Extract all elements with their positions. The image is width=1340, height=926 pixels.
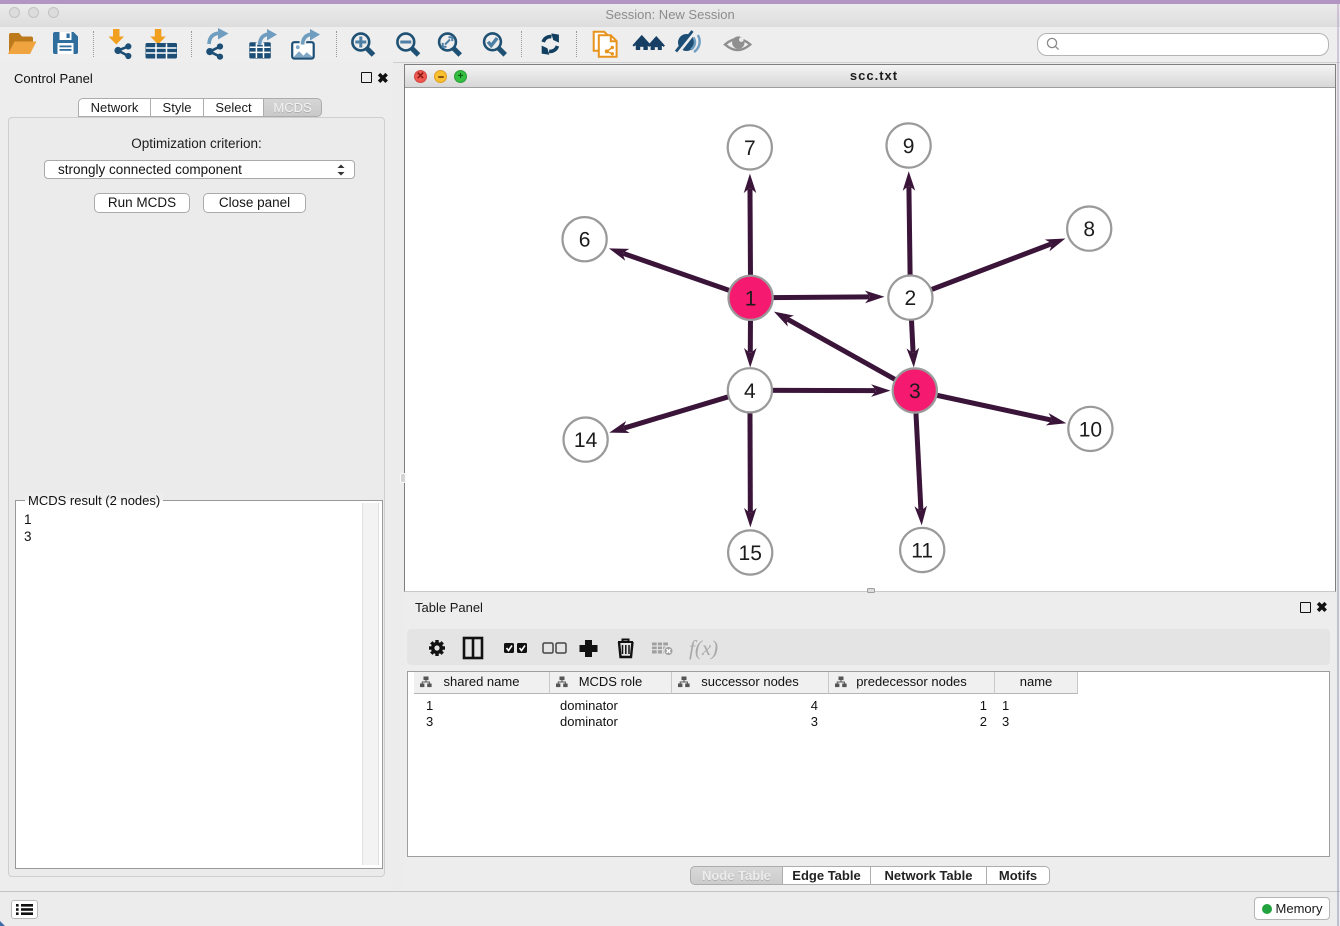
svg-text:10: 10 <box>1079 418 1102 441</box>
svg-text:2: 2 <box>905 287 917 310</box>
svg-text:3: 3 <box>909 380 921 403</box>
svg-text:f(x): f(x) <box>689 636 718 660</box>
svg-text:9: 9 <box>903 135 915 158</box>
svg-text:15: 15 <box>739 542 762 565</box>
svg-text:7: 7 <box>744 137 756 160</box>
svg-text:8: 8 <box>1083 218 1095 241</box>
svg-text:11: 11 <box>911 540 933 563</box>
svg-text:4: 4 <box>744 380 756 403</box>
svg-text:1: 1 <box>745 287 757 310</box>
svg-text:14: 14 <box>574 429 598 452</box>
svg-text:6: 6 <box>579 229 591 252</box>
